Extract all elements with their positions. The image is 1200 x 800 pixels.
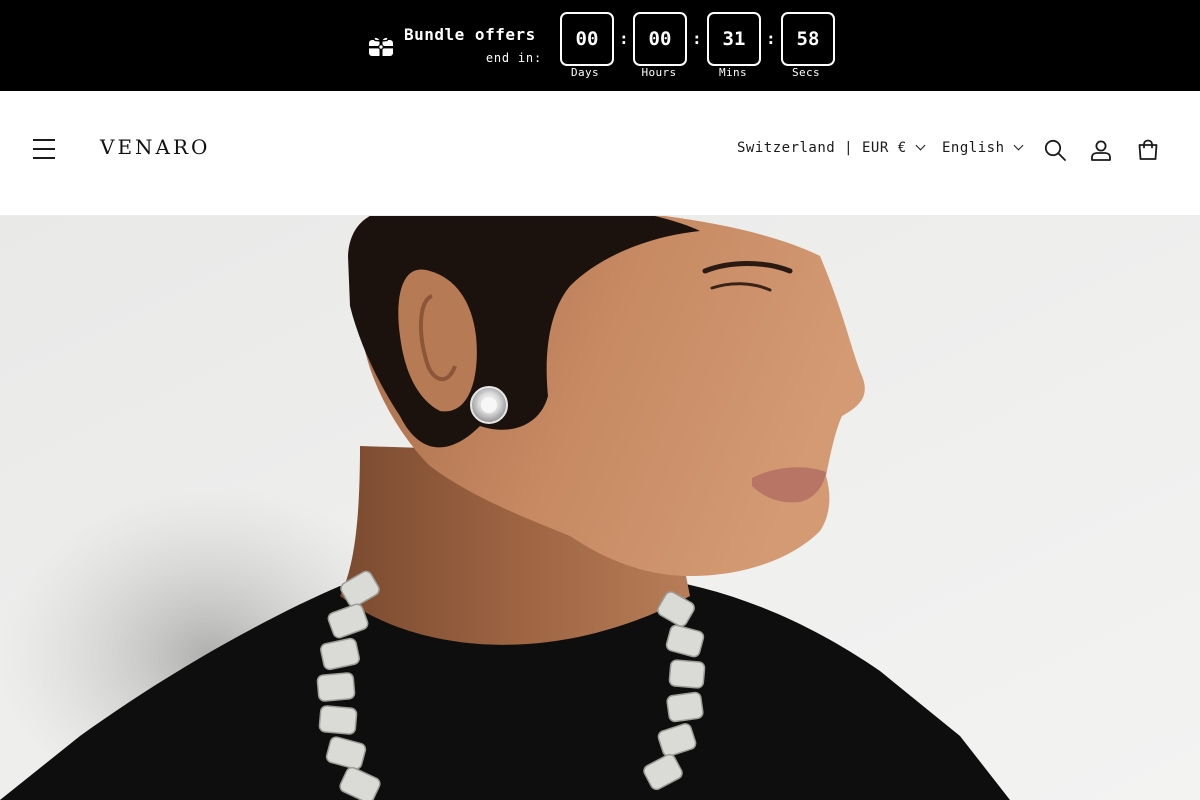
cart-icon[interactable] (1136, 138, 1160, 162)
country-selector-label: Switzerland | EUR € (737, 140, 907, 156)
countdown-separator: : (692, 29, 702, 48)
countdown-mins: 31 (707, 12, 761, 66)
countdown-hours-label: Hours (641, 66, 677, 79)
countdown-separator: : (619, 29, 629, 48)
hero-photo (0, 216, 1200, 800)
promo-subtitle: end in: (485, 51, 542, 65)
countdown-secs: 58 (781, 12, 835, 66)
gift-icon (369, 36, 393, 56)
chevron-down-icon (1013, 140, 1023, 151)
account-icon[interactable] (1089, 138, 1113, 162)
language-selector-label: English (942, 140, 1005, 156)
language-selector[interactable]: English (942, 140, 1023, 156)
countdown-days-label: Days (570, 66, 600, 79)
chevron-down-icon (915, 140, 926, 151)
countdown-secs-label: Secs (791, 66, 821, 79)
countdown-separator: : (766, 29, 776, 48)
hero-image[interactable] (0, 216, 1200, 800)
hamburger-menu-icon[interactable] (33, 139, 55, 161)
countdown-mins-label: Mins (718, 66, 748, 79)
countdown-days: 00 (560, 12, 614, 66)
countdown-hours: 00 (633, 12, 687, 66)
bundle-promo: Bundle offers end in: (368, 22, 548, 70)
site-header: VENARO Switzerland | EUR € English (0, 91, 1200, 216)
country-selector[interactable]: Switzerland | EUR € (737, 140, 926, 156)
brand-logo[interactable]: VENARO (100, 135, 210, 159)
search-icon[interactable] (1043, 138, 1067, 162)
announcement-bar: Bundle offers end in: 00 Days : 00 Hours… (0, 0, 1200, 91)
promo-title: Bundle offers (404, 25, 536, 44)
